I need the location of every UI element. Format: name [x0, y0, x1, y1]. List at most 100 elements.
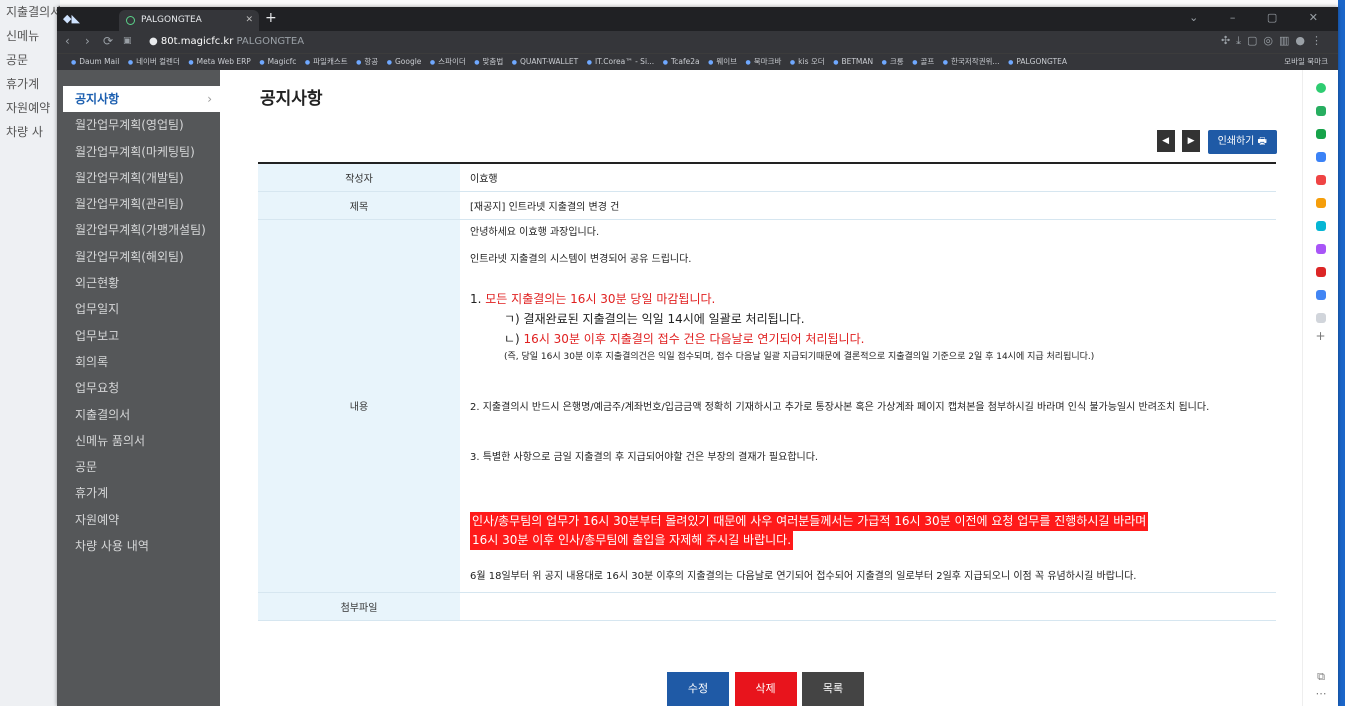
item1-b-prefix: ㄴ)	[504, 331, 524, 346]
background-menu-item[interactable]: 휴가계	[0, 72, 60, 96]
bookmark-item[interactable]: 맞춤법	[474, 54, 504, 70]
background-menu-item[interactable]: 신메뉴	[0, 24, 60, 48]
content-cell: 안녕하세요 이효행 과장입니다. 인트라넷 지출결의 시스템이 변경되어 공유 …	[460, 219, 1276, 593]
bookmark-item[interactable]: Magicfc	[259, 54, 297, 70]
greeting-text: 안녕하세요 이효행 과장입니다.	[470, 226, 600, 238]
sidebar-item[interactable]: 신메뉴 품의서	[57, 428, 220, 454]
bookmark-item[interactable]: 스파이더	[430, 54, 466, 70]
sidebar-item[interactable]: 회의록	[57, 349, 220, 375]
tab-title: PALGONGTEA	[141, 15, 202, 25]
extension-icon[interactable]	[1315, 267, 1326, 277]
back-icon[interactable]: ‹	[65, 34, 70, 48]
sidebar-item[interactable]: 월간업무계획(마케팅팀)	[57, 139, 220, 165]
browser-tab[interactable]: PALGONGTEA ✕	[119, 10, 259, 31]
forward-icon[interactable]: ›	[85, 34, 90, 48]
item1-b-line: ㄴ) 16시 30분 이후 지출결의 접수 건은 다음날로 연기되어 처리됩니다…	[470, 331, 1276, 347]
sidebar-item[interactable]: 업무보고	[57, 323, 220, 349]
url-field[interactable]: ● 80t.magicfc.kr PALGONGTEA	[149, 33, 1049, 51]
extension-icon[interactable]	[1315, 313, 1326, 323]
reload-icon[interactable]: ⟳	[103, 34, 113, 48]
highlight-line-2: 16시 30분 이후 인사/총무팀에 출입을 자제해 주시길 바랍니다.	[470, 531, 794, 551]
bookmark-item[interactable]: 항공	[356, 54, 378, 70]
mobile-bookmarks-folder[interactable]: 모바일 북마크	[1278, 54, 1328, 70]
content-label: 내용	[258, 219, 460, 593]
new-tab-button[interactable]: +	[265, 10, 277, 26]
bookmark-item[interactable]: 웨이브	[708, 54, 737, 70]
item1-red-text: 모든 지출결의는 16시 30분 당일 마감됩니다.	[485, 291, 716, 306]
attachment-value[interactable]	[460, 592, 1276, 621]
print-button[interactable]: 인쇄하기 🖶	[1207, 130, 1277, 154]
sidebar-item-notice[interactable]: 공지사항	[63, 86, 220, 113]
table-row: 제목 [재공지] 인트라넷 지출결의 변경 건	[258, 191, 1276, 220]
sidebar-item[interactable]: 업무일지	[57, 296, 220, 322]
sidebar-item[interactable]: 월간업무계획(영업팀)	[57, 112, 220, 138]
sidebar-item[interactable]: 휴가계	[57, 480, 220, 506]
background-menu-item[interactable]: 지출결의서	[0, 0, 60, 24]
extension-icon[interactable]	[1315, 244, 1326, 254]
bird-logo-icon: ◆◣	[63, 12, 80, 25]
bookmark-item[interactable]: 북마크바	[746, 54, 782, 70]
extension-icon[interactable]	[1315, 198, 1326, 208]
window-controls[interactable]: ⌄ – ▢ ✕	[1189, 11, 1332, 24]
google-icon[interactable]	[1315, 290, 1326, 300]
bookmark-item[interactable]: QUANT-WALLET	[512, 54, 578, 70]
next-post-button[interactable]: ▶	[1182, 130, 1201, 152]
extension-icon[interactable]	[1315, 83, 1326, 93]
url-page-title: PALGONGTEA	[236, 36, 305, 47]
edit-button[interactable]: 수정	[667, 672, 729, 706]
sidebar-item[interactable]: 차량 사용 내역	[57, 533, 220, 559]
bookmark-item[interactable]: 파일캐스트	[305, 54, 348, 70]
bookmark-item[interactable]: Meta Web ERP	[188, 54, 251, 70]
bookmark-item[interactable]: kis 오더	[790, 54, 825, 70]
web-page: 공지사항 월간업무계획(영업팀) 월간업무계획(마케팅팀) 월간업무계획(개발팀…	[57, 70, 1338, 706]
extension-icon[interactable]	[1315, 129, 1326, 139]
notice-body: 안녕하세요 이효행 과장입니다. 인트라넷 지출결의 시스템이 변경되어 공유 …	[460, 220, 1276, 592]
extension-icon[interactable]	[1315, 106, 1326, 116]
item1-prefix: 1.	[470, 291, 486, 306]
add-extension-icon[interactable]: +	[1303, 329, 1338, 343]
item3-text: 3. 특별한 사항으로 금일 지출결의 후 지급되어야할 건은 부장의 결재가 …	[470, 451, 819, 463]
prev-post-button[interactable]: ◀	[1156, 130, 1175, 152]
bookmark-item[interactable]: BETMAN	[833, 54, 873, 70]
sidebar-item[interactable]: 월간업무계획(관리팀)	[57, 191, 220, 217]
sidebar-item[interactable]: 외근현황	[57, 270, 220, 296]
sidebar-item[interactable]: 공문	[57, 454, 220, 480]
bookmark-item[interactable]: Daum Mail	[71, 54, 119, 70]
delete-button[interactable]: 삭제	[734, 672, 797, 706]
background-menu-item[interactable]: 자원예약	[0, 96, 60, 120]
intro-text: 인트라넷 지출결의 시스템이 변경되어 공유 드립니다.	[470, 254, 692, 265]
browser-window: ◆◣ PALGONGTEA ✕ + ⌄ – ▢ ✕ ‹ › ⟳ ▣ ● 80t.…	[57, 7, 1338, 706]
sidebar-item[interactable]: 월간업무계획(가맹개설팀)	[57, 217, 220, 243]
bookmark-item[interactable]: 한국저작권위...	[943, 54, 1000, 70]
bookmark-item[interactable]: PALGONGTEA	[1008, 54, 1067, 70]
close-tab-icon[interactable]: ✕	[245, 10, 253, 31]
bookmark-item[interactable]: Google	[387, 54, 421, 70]
sidebar-item[interactable]: 지출결의서	[57, 402, 220, 428]
page-title: 공지사항	[260, 89, 323, 109]
extension-icon[interactable]	[1315, 152, 1326, 162]
browser-toolbar-icons[interactable]: ✣⤓▢◎▥●⋮	[1221, 34, 1328, 48]
bookmark-item[interactable]: 골프	[912, 54, 934, 70]
browser-titlebar: ◆◣ PALGONGTEA ✕ + ⌄ – ▢ ✕	[57, 7, 1338, 31]
sidebar-menu: 공지사항 월간업무계획(영업팀) 월간업무계획(마케팅팀) 월간업무계획(개발팀…	[57, 70, 220, 706]
item1-b-red-text: 16시 30분 이후 지출결의 접수 건은 다음날로 연기되어 처리됩니다.	[523, 331, 865, 346]
bookmark-item[interactable]: 크롱	[882, 54, 904, 70]
background-menu-item[interactable]: 공문	[0, 48, 60, 72]
more-icon[interactable]: ⋯	[1303, 687, 1338, 700]
item1-c-line: (즉, 당일 16시 30분 이후 지출결의건은 익일 접수되며, 접수 다음날…	[504, 352, 1095, 363]
extension-icon[interactable]	[1315, 221, 1326, 231]
extension-icon[interactable]	[1315, 175, 1326, 185]
sidebar-item[interactable]: 월간업무계획(개발팀)	[57, 165, 220, 191]
bookmark-item[interactable]: Tcafe2a	[663, 54, 700, 70]
bookmark-item[interactable]: 네이버 컬렌더	[128, 54, 180, 70]
background-menu-item[interactable]: 차량 사	[0, 120, 60, 144]
reader-mode-icon[interactable]: ▣	[123, 36, 132, 46]
external-link-icon[interactable]: ⧉	[1303, 670, 1338, 684]
address-bar: ‹ › ⟳ ▣ ● 80t.magicfc.kr PALGONGTEA ✣⤓▢◎…	[57, 31, 1338, 53]
list-button[interactable]: 목록	[802, 672, 864, 706]
bookmarks-bar: Daum Mail 네이버 컬렌더 Meta Web ERP Magicfc 파…	[57, 53, 1338, 70]
sidebar-item[interactable]: 업무요청	[57, 375, 220, 401]
bookmark-item[interactable]: IT.Corea™ - Si...	[587, 54, 654, 70]
sidebar-item[interactable]: 월간업무계획(해외팀)	[57, 244, 220, 270]
sidebar-item[interactable]: 자원예약	[57, 507, 220, 533]
